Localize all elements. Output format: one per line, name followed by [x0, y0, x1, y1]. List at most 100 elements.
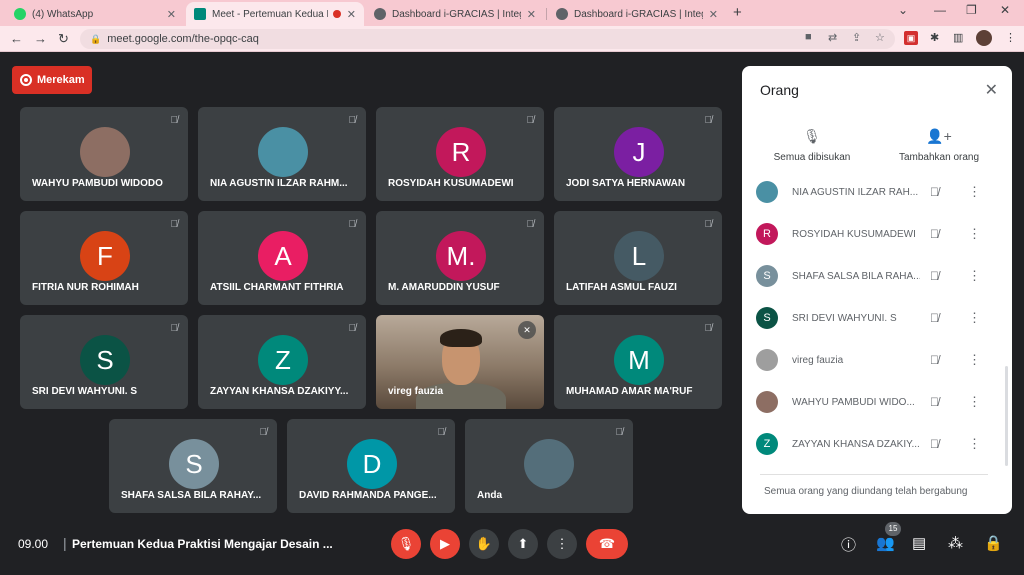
- mic-off-icon: 🎙: [397, 536, 415, 551]
- mic-off-icon[interactable]: 🎙̸: [930, 185, 946, 199]
- participant-tile[interactable]: 🎙̸ D DAVID RAHMANDA PANGE...: [287, 419, 455, 513]
- more-dots-icon[interactable]: ⋮: [968, 226, 981, 242]
- people-icon[interactable]: 👥: [876, 534, 895, 552]
- participant-tile[interactable]: 🎙̸ J JODI SATYA HERNAWAN: [554, 107, 722, 201]
- mic-off-icon: 🎙̸: [259, 427, 268, 438]
- info-icon[interactable]: ⓘ: [841, 534, 856, 555]
- participant-tile[interactable]: 🎙̸ Z ZAYYAN KHANSA DZAKIYY...: [198, 315, 366, 409]
- mic-off-icon: 🎙̸: [170, 219, 179, 230]
- mic-off-icon[interactable]: 🎙̸: [930, 353, 946, 367]
- participant-tile[interactable]: 🎙̸ L LATIFAH ASMUL FAUZI: [554, 211, 722, 305]
- bottom-bar: 09.00 | Pertemuan Kedua Praktisi Mengaja…: [0, 522, 1024, 567]
- present-button[interactable]: ⬆: [508, 529, 538, 559]
- profile-avatar[interactable]: [976, 30, 992, 46]
- participant-row[interactable]: S SRI DEVI WAHYUNI. S 🎙̸ ⋮: [756, 298, 996, 338]
- tab-dashboard-2[interactable]: Dashboard i-GRACIAS | Integrate ✕: [548, 2, 726, 26]
- mic-off-icon[interactable]: 🎙̸: [930, 227, 946, 241]
- tab-dashboard-1[interactable]: Dashboard i-GRACIAS | Integrate ✕: [366, 2, 544, 26]
- more-dots-icon[interactable]: ⋮: [968, 310, 981, 326]
- avatar: S: [756, 307, 778, 329]
- puzzle-icon[interactable]: ✱: [930, 31, 939, 44]
- participant-name: SHAFA SALSA BILA RAHAY...: [121, 490, 262, 501]
- camera-toggle-button[interactable]: ▶: [430, 529, 460, 559]
- mic-toggle-button[interactable]: 🎙: [391, 529, 421, 559]
- participant-tile[interactable]: 🎙̸ M. M. AMARUDDIN YUSUF: [376, 211, 544, 305]
- participant-tile[interactable]: 🎙̸ WAHYU PAMBUDI WIDODO: [20, 107, 188, 201]
- window-close-icon[interactable]: ✕: [1000, 3, 1010, 17]
- url-text: meet.google.com/the-opqc-caq: [107, 33, 259, 45]
- more-dots-icon[interactable]: ⋮: [968, 268, 981, 284]
- participant-tile[interactable]: 🎙̸ NIA AGUSTIN ILZAR RAHM...: [198, 107, 366, 201]
- mic-off-icon[interactable]: 🎙̸: [930, 269, 946, 283]
- participant-tile[interactable]: 🎙̸ M MUHAMAD AMAR MA'RUF: [554, 315, 722, 409]
- raise-hand-button[interactable]: ✋: [469, 529, 499, 559]
- scrollbar[interactable]: [1005, 366, 1008, 466]
- more-dots-icon[interactable]: ⋮: [968, 352, 981, 368]
- close-icon[interactable]: ✕: [709, 8, 718, 21]
- meeting-title[interactable]: Pertemuan Kedua Praktisi Mengajar Desain…: [72, 537, 333, 551]
- participant-tile[interactable]: 🎙̸ S SRI DEVI WAHYUNI. S: [20, 315, 188, 409]
- back-icon[interactable]: ←: [10, 31, 23, 46]
- participant-row[interactable]: S SHAFA SALSA BILA RAHA... 🎙̸ ⋮: [756, 256, 996, 296]
- participant-name: NIA AGUSTIN ILZAR RAH...: [792, 186, 919, 198]
- mic-off-icon: 🎙̸: [437, 427, 446, 438]
- participant-row[interactable]: R ROSYIDAH KUSUMADEWI 🎙̸ ⋮: [756, 214, 996, 254]
- recording-badge[interactable]: Merekam: [12, 66, 92, 94]
- close-icon[interactable]: ✕: [347, 8, 356, 21]
- tab-meet[interactable]: Meet - Pertemuan Kedua P ✕: [186, 2, 364, 26]
- restore-icon[interactable]: ❐: [966, 3, 977, 17]
- participant-name: ZAYYAN KHANSA DZAKIY...: [792, 438, 920, 450]
- more-dots-icon[interactable]: ⋮: [968, 394, 981, 410]
- mute-all-label: Semua dibisukan: [773, 152, 851, 163]
- forward-icon[interactable]: →: [34, 31, 47, 46]
- camera-icon[interactable]: ■: [805, 31, 812, 43]
- activities-icon[interactable]: ⁂: [948, 534, 963, 552]
- add-people-button[interactable]: 👤+ Tambahkan orang: [879, 128, 999, 163]
- participant-tile[interactable]: ✕ vireg fauzia: [376, 315, 544, 409]
- more-dots-icon[interactable]: ⋮: [968, 436, 981, 452]
- menu-dots-icon[interactable]: ⋮: [1005, 31, 1016, 44]
- avatar: M: [614, 335, 664, 385]
- more-options-button[interactable]: ⋮: [547, 529, 577, 559]
- share-icon[interactable]: ⇪: [852, 31, 861, 44]
- address-bar[interactable]: 🔒 meet.google.com/the-opqc-caq: [80, 29, 895, 49]
- participant-tile[interactable]: 🎙̸ F FITRIA NUR ROHIMAH: [20, 211, 188, 305]
- participant-tile[interactable]: 🎙̸ S SHAFA SALSA BILA RAHAY...: [109, 419, 277, 513]
- mute-all-button[interactable]: 🎙 Semua dibisukan: [752, 128, 872, 163]
- close-icon[interactable]: ✕: [167, 8, 176, 21]
- minimize-icon[interactable]: —: [934, 3, 946, 17]
- globe-icon: [374, 8, 386, 20]
- bookmark-star-icon[interactable]: ☆: [875, 31, 885, 44]
- close-icon[interactable]: ✕: [527, 8, 536, 21]
- leave-call-button[interactable]: ☎: [586, 529, 628, 559]
- more-dots-icon[interactable]: ⋮: [968, 184, 981, 200]
- translate-icon[interactable]: ⇄: [828, 31, 837, 44]
- participant-tile[interactable]: 🎙̸ A ATSIIL CHARMANT FITHRIA: [198, 211, 366, 305]
- participant-row[interactable]: WAHYU PAMBUDI WIDO... 🎙̸ ⋮: [756, 382, 996, 422]
- close-icon[interactable]: ✕: [985, 80, 998, 100]
- browser-toolbar: ← → ↻ 🔒 meet.google.com/the-opqc-caq ■ ⇄…: [0, 26, 1024, 52]
- participant-tile[interactable]: 🎙̸ Anda: [465, 419, 633, 513]
- mic-off-icon: 🎙̸: [615, 427, 624, 438]
- more-dots-icon: ⋮: [555, 536, 569, 551]
- new-tab-icon[interactable]: +: [733, 4, 742, 21]
- extension-icon[interactable]: ▣: [904, 31, 918, 45]
- participant-tile[interactable]: 🎙̸ R ROSYIDAH KUSUMADEWI: [376, 107, 544, 201]
- meet-icon: [194, 8, 206, 20]
- participant-name: FITRIA NUR ROHIMAH: [32, 282, 139, 293]
- tab-whatsapp[interactable]: (4) WhatsApp ✕: [6, 2, 184, 26]
- hand-icon: ✋: [475, 536, 493, 551]
- mic-off-icon: 🎙̸: [704, 115, 713, 126]
- participant-row[interactable]: NIA AGUSTIN ILZAR RAH... 🎙̸ ⋮: [756, 172, 996, 212]
- mic-off-icon: 🎙̸: [704, 219, 713, 230]
- sidepanel-icon[interactable]: ▥: [953, 31, 963, 44]
- mic-off-icon[interactable]: 🎙̸: [930, 311, 946, 325]
- participant-row[interactable]: vireg fauzia 🎙̸ ⋮: [756, 340, 996, 380]
- chevron-down-icon[interactable]: ⌄: [898, 3, 908, 17]
- participant-row[interactable]: Z ZAYYAN KHANSA DZAKIY... 🎙̸ ⋮: [756, 424, 996, 464]
- chat-icon[interactable]: ▤: [912, 534, 926, 552]
- mic-off-icon[interactable]: 🎙̸: [930, 437, 946, 451]
- reload-icon[interactable]: ↻: [58, 31, 69, 47]
- mic-off-icon[interactable]: 🎙̸: [930, 395, 946, 409]
- host-controls-icon[interactable]: 🔒: [984, 534, 1003, 552]
